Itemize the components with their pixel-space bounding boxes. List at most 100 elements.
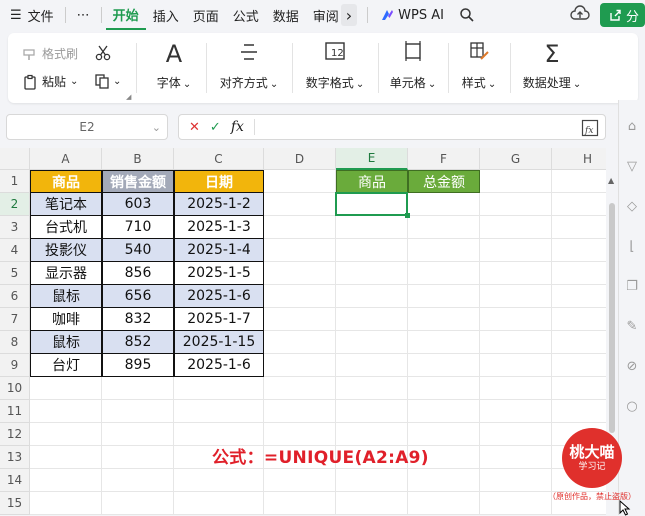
- styles-group-button[interactable]: 样式 ⌄: [450, 33, 508, 103]
- data-cell[interactable]: 鼠标: [30, 285, 102, 308]
- data-cell[interactable]: 2025-1-5: [174, 262, 264, 285]
- top-right-actions: 分: [570, 0, 645, 30]
- hamburger-menu-icon[interactable]: ☰: [0, 0, 26, 30]
- sidebar-link-icon[interactable]: ⊘: [624, 358, 640, 374]
- scroll-up-icon[interactable]: ▲: [608, 176, 614, 185]
- name-box[interactable]: E2 ⌄: [6, 114, 168, 140]
- data-cell[interactable]: 895: [102, 354, 174, 377]
- product-header-cell[interactable]: 商品: [30, 170, 102, 193]
- copy-button[interactable]: ⌄: [94, 73, 121, 89]
- sidebar-circle-icon[interactable]: ○: [624, 398, 640, 414]
- font-group-button[interactable]: A 字体 ⌄: [142, 33, 206, 103]
- number-format-group-button[interactable]: 12 数字格式 ⌄: [294, 33, 376, 103]
- data-cell[interactable]: 2025-1-4: [174, 239, 264, 262]
- tab-home[interactable]: 开始: [105, 0, 146, 30]
- row-header-1[interactable]: 1: [0, 170, 30, 193]
- tab-formula[interactable]: 公式: [226, 0, 266, 30]
- cut-icon[interactable]: [94, 44, 112, 65]
- row-header-11[interactable]: 11: [0, 400, 30, 423]
- share-button[interactable]: 分: [599, 3, 645, 27]
- date-header-cell[interactable]: 日期: [174, 170, 264, 193]
- sidebar-bracket-icon[interactable]: ⌊: [624, 238, 640, 254]
- data-cell[interactable]: 鼠标: [30, 331, 102, 354]
- data-cell[interactable]: 2025-1-6: [174, 354, 264, 377]
- data-cell[interactable]: 2025-1-2: [174, 193, 264, 216]
- data-cell[interactable]: 2025-1-7: [174, 308, 264, 331]
- menu-file[interactable]: 文件: [26, 0, 61, 30]
- insert-function-icon[interactable]: fx: [231, 119, 244, 135]
- column-header-f[interactable]: F: [408, 148, 480, 170]
- fill-handle[interactable]: [405, 213, 410, 218]
- row-header-14[interactable]: 14: [0, 469, 30, 492]
- cloud-upload-icon[interactable]: [570, 4, 590, 26]
- more-menu-icon[interactable]: ⋯: [70, 0, 97, 30]
- selected-cell-e2[interactable]: [335, 192, 408, 216]
- sidebar-shape-icon[interactable]: ◇: [624, 198, 640, 214]
- data-cell[interactable]: 2025-1-3: [174, 216, 264, 239]
- sales-amount-header-cell[interactable]: 销售金额: [102, 170, 174, 193]
- expand-formula-icon[interactable]: fx: [581, 119, 599, 141]
- data-cell[interactable]: 2025-1-6: [174, 285, 264, 308]
- select-all-corner[interactable]: [0, 148, 30, 170]
- data-cell[interactable]: 咖啡: [30, 308, 102, 331]
- cancel-icon[interactable]: ✕: [189, 120, 200, 135]
- chevron-down-icon[interactable]: ⌄: [152, 121, 161, 134]
- data-cell[interactable]: 投影仪: [30, 239, 102, 262]
- row-header-2[interactable]: 2: [0, 193, 30, 216]
- clipboard-launcher-icon[interactable]: ◢: [126, 93, 131, 101]
- tab-review[interactable]: 审阅: [306, 0, 341, 30]
- row-header-3[interactable]: 3: [0, 216, 30, 239]
- paste-button[interactable]: 粘贴 ⌄: [22, 73, 78, 90]
- data-cell[interactable]: 台式机: [30, 216, 102, 239]
- data-cell[interactable]: 656: [102, 285, 174, 308]
- cells-group-button[interactable]: 单元格 ⌄: [380, 33, 446, 103]
- sidebar-tool-icon[interactable]: ⌂: [624, 118, 640, 134]
- row-header-5[interactable]: 5: [0, 262, 30, 285]
- column-header-b[interactable]: B: [102, 148, 174, 170]
- row-header-7[interactable]: 7: [0, 308, 30, 331]
- format-painter-button[interactable]: 格式刷: [22, 45, 78, 62]
- data-cell[interactable]: 540: [102, 239, 174, 262]
- total-amount-header-cell[interactable]: 总金额: [408, 170, 480, 193]
- data-processing-group-button[interactable]: Σ 数据处理 ⌄: [512, 33, 592, 103]
- sidebar-pen-icon[interactable]: ✎: [624, 318, 640, 334]
- chevron-right-icon[interactable]: ›: [340, 4, 358, 26]
- data-cell[interactable]: 856: [102, 262, 174, 285]
- column-header-e[interactable]: E: [336, 148, 408, 170]
- column-header-c[interactable]: C: [174, 148, 264, 170]
- data-cell[interactable]: 852: [102, 331, 174, 354]
- unique-product-header-cell[interactable]: 商品: [336, 170, 408, 193]
- confirm-icon[interactable]: ✓: [210, 120, 221, 135]
- row-header-13[interactable]: 13: [0, 446, 30, 469]
- formula-input[interactable]: ✕ ✓ fx fx: [178, 114, 606, 140]
- wps-ai-button[interactable]: WPS AI: [372, 8, 452, 23]
- share-label: 分: [625, 9, 639, 25]
- scrollbar-thumb[interactable]: [609, 203, 615, 433]
- column-header-h[interactable]: H: [552, 148, 606, 170]
- data-cell[interactable]: 2025-1-15: [174, 331, 264, 354]
- data-cell[interactable]: 710: [102, 216, 174, 239]
- data-cell[interactable]: 832: [102, 308, 174, 331]
- data-cell[interactable]: 台灯: [30, 354, 102, 377]
- tab-insert[interactable]: 插入: [146, 0, 186, 30]
- tab-page[interactable]: 页面: [186, 0, 226, 30]
- search-icon[interactable]: [452, 0, 482, 30]
- data-cell[interactable]: 笔记本: [30, 193, 102, 216]
- alignment-group-button[interactable]: 对齐方式 ⌄: [208, 33, 290, 103]
- row-header-4[interactable]: 4: [0, 239, 30, 262]
- row-header-12[interactable]: 12: [0, 423, 30, 446]
- row-header-10[interactable]: 10: [0, 377, 30, 400]
- column-header-g[interactable]: G: [480, 148, 552, 170]
- tab-data[interactable]: 数据: [266, 0, 306, 30]
- align-icon: [239, 40, 259, 68]
- row-header-6[interactable]: 6: [0, 285, 30, 308]
- data-cell[interactable]: 603: [102, 193, 174, 216]
- row-header-15[interactable]: 15: [0, 492, 30, 515]
- column-header-d[interactable]: D: [264, 148, 336, 170]
- sidebar-filter-icon[interactable]: ▽: [624, 158, 640, 174]
- sidebar-layers-icon[interactable]: ❐: [624, 278, 640, 294]
- row-header-9[interactable]: 9: [0, 354, 30, 377]
- data-cell[interactable]: 显示器: [30, 262, 102, 285]
- row-header-8[interactable]: 8: [0, 331, 30, 354]
- column-header-a[interactable]: A: [30, 148, 102, 170]
